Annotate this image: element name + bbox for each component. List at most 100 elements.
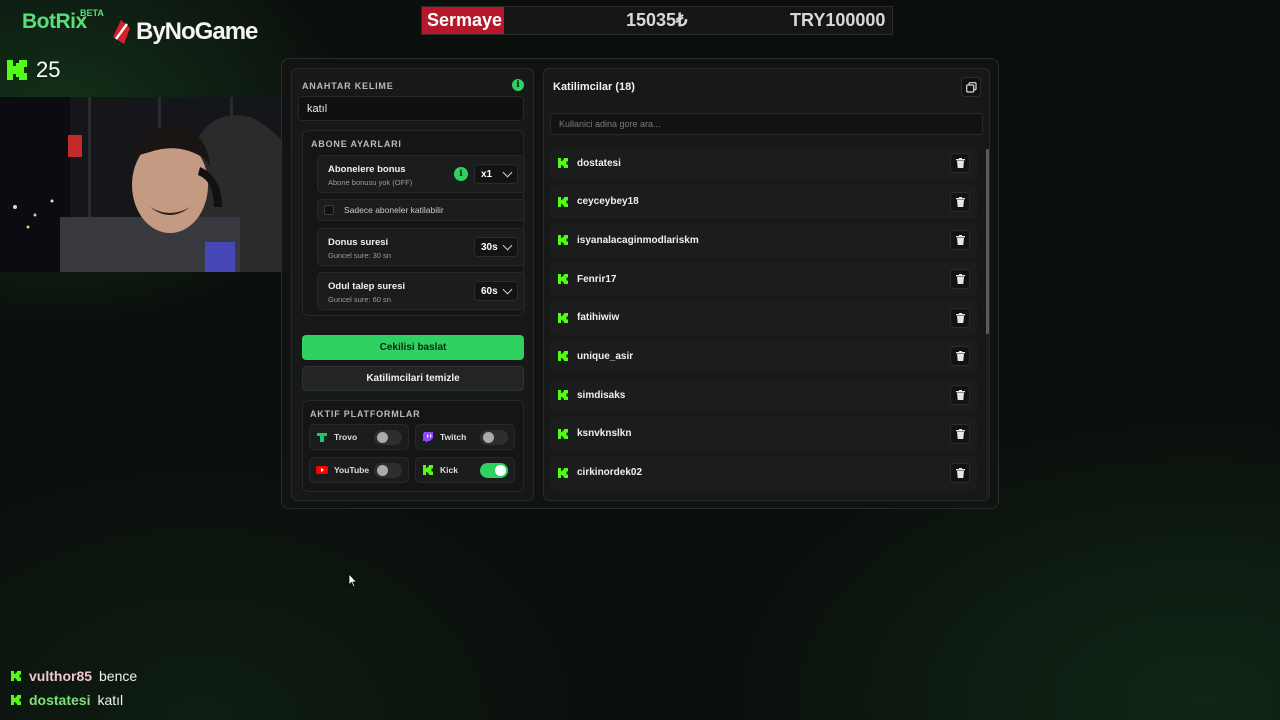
platform-twitch: Twitch <box>415 424 515 450</box>
trash-icon <box>955 158 965 168</box>
chevron-down-icon <box>502 240 513 251</box>
trash-icon <box>955 274 965 285</box>
participant-username: isyanalacaginmodlariskm <box>577 234 699 246</box>
info-icon[interactable]: i <box>454 167 468 181</box>
delete-participant-button[interactable] <box>950 191 970 212</box>
keyword-input[interactable] <box>298 96 524 121</box>
platform-name: Trovo <box>334 432 358 442</box>
chat-text: katıl <box>97 692 124 708</box>
platform-kick: Kick <box>415 457 515 483</box>
kick-icon <box>558 351 568 362</box>
platform-youtube: YouTube <box>309 457 409 483</box>
claim-label: Odul talep suresi <box>328 281 406 292</box>
copy-icon <box>965 81 977 93</box>
chat-message: dostatesi katıl <box>10 688 137 712</box>
ticker-value: 15035₺ <box>626 10 688 30</box>
participant-username: ksnvknslkn <box>577 428 632 440</box>
twitch-toggle[interactable] <box>480 430 508 445</box>
platforms-section: AKTIF PLATFORMLAR Trovo Twitch YouTube K… <box>302 400 524 492</box>
participant-row: isyanalacaginmodlariskm <box>550 223 977 258</box>
delete-participant-button[interactable] <box>950 307 970 328</box>
trash-icon <box>955 312 965 323</box>
participant-row: dostatesi <box>550 146 977 180</box>
participant-search-input[interactable] <box>550 113 983 135</box>
keyword-section-title: ANAHTAR KELIME <box>302 81 394 91</box>
subscriber-section-title: ABONE AYARLARI <box>311 139 402 149</box>
chat-text: bence <box>99 668 138 684</box>
bynogame-text: ByNoGame <box>136 18 258 45</box>
delete-participant-button[interactable] <box>950 230 970 251</box>
claim-select[interactable]: 60s <box>474 281 518 301</box>
chat-overlay: vulthor85 bence dostatesi katıl <box>10 664 137 712</box>
trash-icon <box>955 467 965 478</box>
trash-icon <box>955 196 965 207</box>
kick-icon <box>558 428 568 439</box>
delete-participant-button[interactable] <box>950 153 970 173</box>
trash-icon <box>955 351 965 362</box>
trovo-toggle[interactable] <box>374 430 402 445</box>
subscriber-bonus-value: x1 <box>481 168 493 180</box>
mouse-cursor-icon <box>348 573 358 588</box>
ticker-target: TRY100000 <box>790 10 886 30</box>
subscriber-bonus-row: Abonelere bonus Abone bonusu yok (OFF) i… <box>317 155 525 193</box>
participant-row: cirkinordek02 <box>550 455 977 490</box>
platform-name: Twitch <box>440 432 467 442</box>
duration-select[interactable]: 30s <box>474 237 518 257</box>
platform-trovo: Trovo <box>309 424 409 450</box>
kick-icon <box>558 274 568 285</box>
kick-icon <box>558 467 568 478</box>
kick-icon <box>558 390 568 401</box>
delete-participant-button[interactable] <box>950 462 970 483</box>
youtube-icon <box>316 466 328 474</box>
kick-icon <box>558 312 568 323</box>
trovo-icon <box>317 433 327 442</box>
kick-icon <box>423 465 433 475</box>
subscriber-bonus-select[interactable]: x1 <box>474 164 518 184</box>
platform-name: YouTube <box>334 465 370 475</box>
botrix-logo-text: BotRix <box>22 10 87 33</box>
delete-participant-button[interactable] <box>950 385 970 406</box>
subscriber-bonus-label: Abonelere bonus <box>328 164 406 175</box>
chevron-down-icon <box>502 167 513 178</box>
participant-list-scrollbar[interactable] <box>986 149 989 499</box>
duration-value: 30s <box>481 241 498 253</box>
info-icon[interactable]: i <box>512 79 524 91</box>
claim-row: Odul talep suresi Guncel sure: 60 sn 60s <box>317 272 525 310</box>
clear-participants-button[interactable]: Katilimcilari temizle <box>302 366 524 391</box>
claim-sub: Guncel sure: 60 sn <box>328 295 391 304</box>
subscriber-settings: ABONE AYARLARI Abonelere bonus Abone bon… <box>302 130 525 316</box>
platforms-section-title: AKTIF PLATFORMLAR <box>310 409 421 419</box>
participants-title: Katilimcilar (18) <box>553 81 635 93</box>
subscribers-only-row[interactable]: Sadece aboneler katilabilir <box>317 199 525 221</box>
kick-icon <box>7 60 27 80</box>
start-giveaway-button[interactable]: Cekilisi baslat <box>302 335 524 360</box>
delete-participant-button[interactable] <box>950 346 970 367</box>
youtube-toggle[interactable] <box>374 463 402 478</box>
subscribers-only-checkbox[interactable] <box>324 205 334 215</box>
participant-row: Fenrir17 <box>550 262 977 297</box>
bynogame-emblem-icon <box>113 20 130 44</box>
viewer-count-number: 25 <box>36 57 61 82</box>
claim-value: 60s <box>481 285 498 297</box>
chat-username: vulthor85 <box>29 668 93 684</box>
participants-column: Katilimcilar (18) dostatesi ceyceybey18 is… <box>543 68 990 501</box>
kick-icon <box>558 196 568 207</box>
subscriber-bonus-sub: Abone bonusu yok (OFF) <box>328 178 413 187</box>
viewer-count: 25 <box>5 57 60 83</box>
kick-icon <box>11 671 21 681</box>
participant-row: ksnvknslkn <box>550 416 977 451</box>
scrollbar-thumb[interactable] <box>986 149 989 334</box>
twitch-icon <box>423 432 433 443</box>
duration-sub: Guncel sure: 30 sn <box>328 251 391 260</box>
copy-button[interactable] <box>961 77 981 97</box>
delete-participant-button[interactable] <box>950 423 970 444</box>
trash-icon <box>955 428 965 439</box>
settings-column: ANAHTAR KELIME i ABONE AYARLARI Aboneler… <box>291 68 534 501</box>
delete-participant-button[interactable] <box>950 269 970 290</box>
kick-toggle[interactable] <box>480 463 508 478</box>
participant-username: ceyceybey18 <box>577 196 639 208</box>
duration-row: Donus suresi Guncel sure: 30 sn 30s <box>317 228 525 266</box>
participant-row: unique_asir <box>550 339 977 374</box>
participant-username: Fenrir17 <box>577 273 617 285</box>
trash-icon <box>955 390 965 401</box>
